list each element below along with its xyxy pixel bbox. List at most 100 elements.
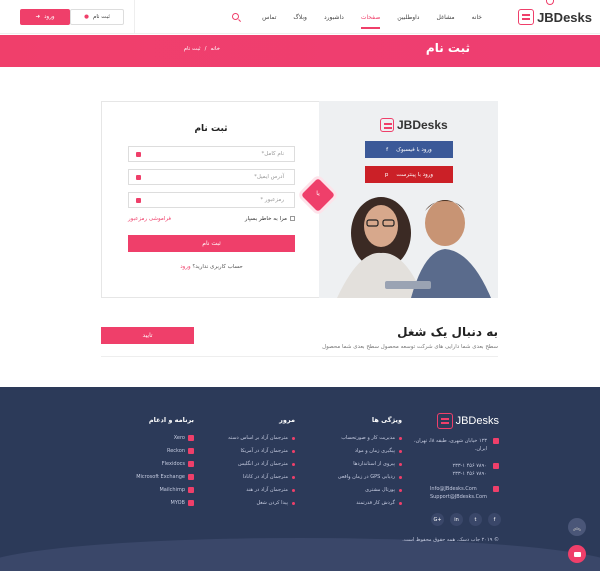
job-cta-title: به دنبال یک شغل — [397, 325, 498, 339]
or-label: یا — [316, 190, 320, 197]
features-list: مدیریت کار و صورتحساب پیگیری زمان و مواد… — [338, 432, 403, 510]
breadcrumb-home[interactable]: خانه — [210, 46, 220, 52]
apps-list: Xero Reckon Flexidocs Microsoft Exchange… — [136, 432, 194, 510]
apps-heading: برنامه و ادغام — [148, 416, 194, 424]
twitter-icon[interactable]: t — [469, 513, 482, 526]
nav-item-candidates[interactable]: داوطلبین — [397, 14, 419, 21]
login-icon: ➜ — [35, 14, 41, 20]
app-microsoft-exchange[interactable]: Microsoft Exchange — [136, 471, 194, 484]
full-name-placeholder: نام کامل* — [261, 151, 284, 157]
browse-heading: مرور — [279, 416, 295, 424]
user-icon — [136, 151, 141, 157]
signup-button[interactable]: ثبت نام ● — [70, 9, 124, 25]
nav-item-pages[interactable]: صفحات — [360, 14, 381, 29]
list-item[interactable]: مترجمان آزاد بر اساس دسته — [228, 432, 295, 445]
email-2[interactable]: Support@JBdesks.Com — [430, 494, 487, 500]
chat-button[interactable] — [568, 545, 586, 563]
facebook-icon[interactable]: f — [488, 513, 501, 526]
nav-item-home[interactable]: خانه — [472, 14, 482, 21]
chat-icon — [573, 551, 581, 557]
main-nav: خانه مشاغل داوطلبین صفحات داشبورد وبلاگ … — [262, 0, 482, 34]
footer-address: ۱۲۳ خیابان شهری، طبقه ۸ا، تهران، ایران. — [409, 437, 499, 453]
scroll-to-top-icon[interactable]: ︽ — [568, 518, 586, 536]
email-placeholder: آدرس ایمیل* — [254, 174, 284, 180]
brand-logo[interactable]: JBDesks — [518, 6, 592, 28]
login-button[interactable]: ورود ➜ — [20, 9, 70, 25]
page-title: ثبت نام — [425, 41, 470, 55]
job-cta-subtitle: سطح بعدی شما دارایی های شرکت توسعه محصول… — [322, 344, 498, 350]
email-1[interactable]: Info@JBdesks.Com — [430, 486, 477, 492]
list-item[interactable]: مدیریت کار و صورتحساب — [338, 432, 403, 445]
app-flexidocs[interactable]: Flexidocs — [136, 458, 194, 471]
card-brand-name: JBDesks — [397, 118, 448, 132]
remember-me[interactable]: مرا به خاطر بسپار — [245, 216, 295, 222]
logo-icon — [380, 118, 394, 132]
section-divider — [101, 356, 498, 357]
logo-icon — [518, 9, 535, 25]
facebook-login-button[interactable]: ورود با فیسبوک f — [365, 141, 453, 158]
login-link[interactable]: ورود — [180, 264, 190, 270]
list-item[interactable]: پیگیری زمان و مواد — [338, 445, 403, 458]
job-cta-button[interactable]: تایید — [101, 327, 194, 344]
list-item[interactable]: مترجمان آزاد در انگلیس — [228, 458, 295, 471]
pinterest-login-button[interactable]: ورود با پینترست p — [365, 166, 453, 183]
nav-item-jobs[interactable]: مشاغل — [436, 14, 454, 21]
social-links: G+ in t f — [431, 513, 501, 526]
nav-item-dashboard[interactable]: داشبورد — [324, 14, 344, 21]
form-title: ثبت نام — [194, 124, 228, 134]
app-xero[interactable]: Xero — [136, 432, 194, 445]
email-field[interactable]: آدرس ایمیل* — [128, 169, 295, 185]
app-mailchimp[interactable]: Mailchimp — [136, 484, 194, 497]
login-label: ورود — [44, 14, 55, 20]
nav-item-contact[interactable]: تماس — [262, 14, 276, 21]
copyright: © ۲۰۱۹ جاب دسک. همه حقوق محفوظ است. — [402, 537, 499, 543]
brand-name: JBDesks — [537, 9, 592, 25]
phone-2: ۷۸۹۰ ۴۵۶ ۲۳۳-۱ — [452, 471, 487, 477]
linkedin-icon[interactable]: in — [450, 513, 463, 526]
app-reckon[interactable]: Reckon — [136, 445, 194, 458]
breadcrumb-current: ثبت نام — [183, 46, 201, 52]
footer-emails: Info@JBdesks.Com Support@JBdesks.Com — [430, 485, 499, 501]
browse-list: مترجمان آزاد بر اساس دسته مترجمان آزاد د… — [228, 432, 295, 510]
remember-row: مرا به خاطر بسپار فراموشی رمزعبور — [128, 216, 295, 222]
no-account-label: حساب کاربری ندارید؟ — [192, 264, 243, 270]
list-item[interactable]: مترجمان آزاد در هند — [228, 484, 295, 497]
facebook-login-label: ورود با فیسبوک — [396, 146, 432, 153]
header-divider — [134, 0, 135, 34]
list-item[interactable]: پیروی از استانداردها — [338, 458, 403, 471]
remember-checkbox[interactable] — [290, 216, 295, 221]
page-banner — [0, 35, 600, 67]
googleplus-icon[interactable]: G+ — [431, 513, 444, 526]
footer-phones: ۷۸۹۰ ۴۵۶ ۲۳۳-۱ ۷۸۹۰ ۴۵۶ ۲۳۳-۱ — [452, 462, 499, 478]
password-placeholder: رمزعبور * — [260, 197, 284, 203]
envelope-icon — [136, 174, 141, 180]
full-name-field[interactable]: نام کامل* — [128, 146, 295, 162]
card-logo: JBDesks — [380, 118, 448, 132]
envelope-icon — [493, 486, 499, 492]
breadcrumb: خانه / ثبت نام — [184, 46, 220, 52]
pinterest-icon: p — [384, 171, 389, 178]
address-text: ۱۲۳ خیابان شهری، طبقه ۸ا، تهران، ایران. — [413, 438, 487, 452]
list-item[interactable]: پیدا کردن شغل — [228, 497, 295, 510]
list-item[interactable]: پورتال مشتری — [338, 484, 403, 497]
breadcrumb-separator: / — [204, 46, 207, 52]
app-myob[interactable]: MYOB — [136, 497, 194, 510]
features-heading: ویژگی ها — [371, 416, 402, 424]
phone-icon — [493, 463, 499, 469]
lock-icon — [136, 197, 141, 203]
footer-brand-name: JBDesks — [455, 415, 499, 427]
list-item[interactable]: گردش کار قدرتمند — [338, 497, 403, 510]
no-account-text: حساب کاربری ندارید؟ ورود — [128, 264, 295, 270]
search-icon[interactable] — [232, 13, 239, 20]
list-item[interactable]: مترجمان آزاد در کانادا — [228, 471, 295, 484]
facebook-icon: f — [386, 146, 389, 153]
nav-item-blog[interactable]: وبلاگ — [293, 14, 307, 21]
password-field[interactable]: رمزعبور * — [128, 192, 295, 208]
register-submit-button[interactable]: ثبت نام — [128, 235, 295, 252]
logo-icon — [436, 413, 453, 429]
list-item[interactable]: ردیابی GPS در زمان واقعی — [338, 471, 403, 484]
forgot-password-link[interactable]: فراموشی رمزعبور — [128, 216, 171, 222]
footer-logo[interactable]: JBDesks — [436, 413, 499, 429]
signup-label: ثبت نام — [92, 14, 110, 20]
list-item[interactable]: مترجمان آزاد در آمریکا — [228, 445, 295, 458]
